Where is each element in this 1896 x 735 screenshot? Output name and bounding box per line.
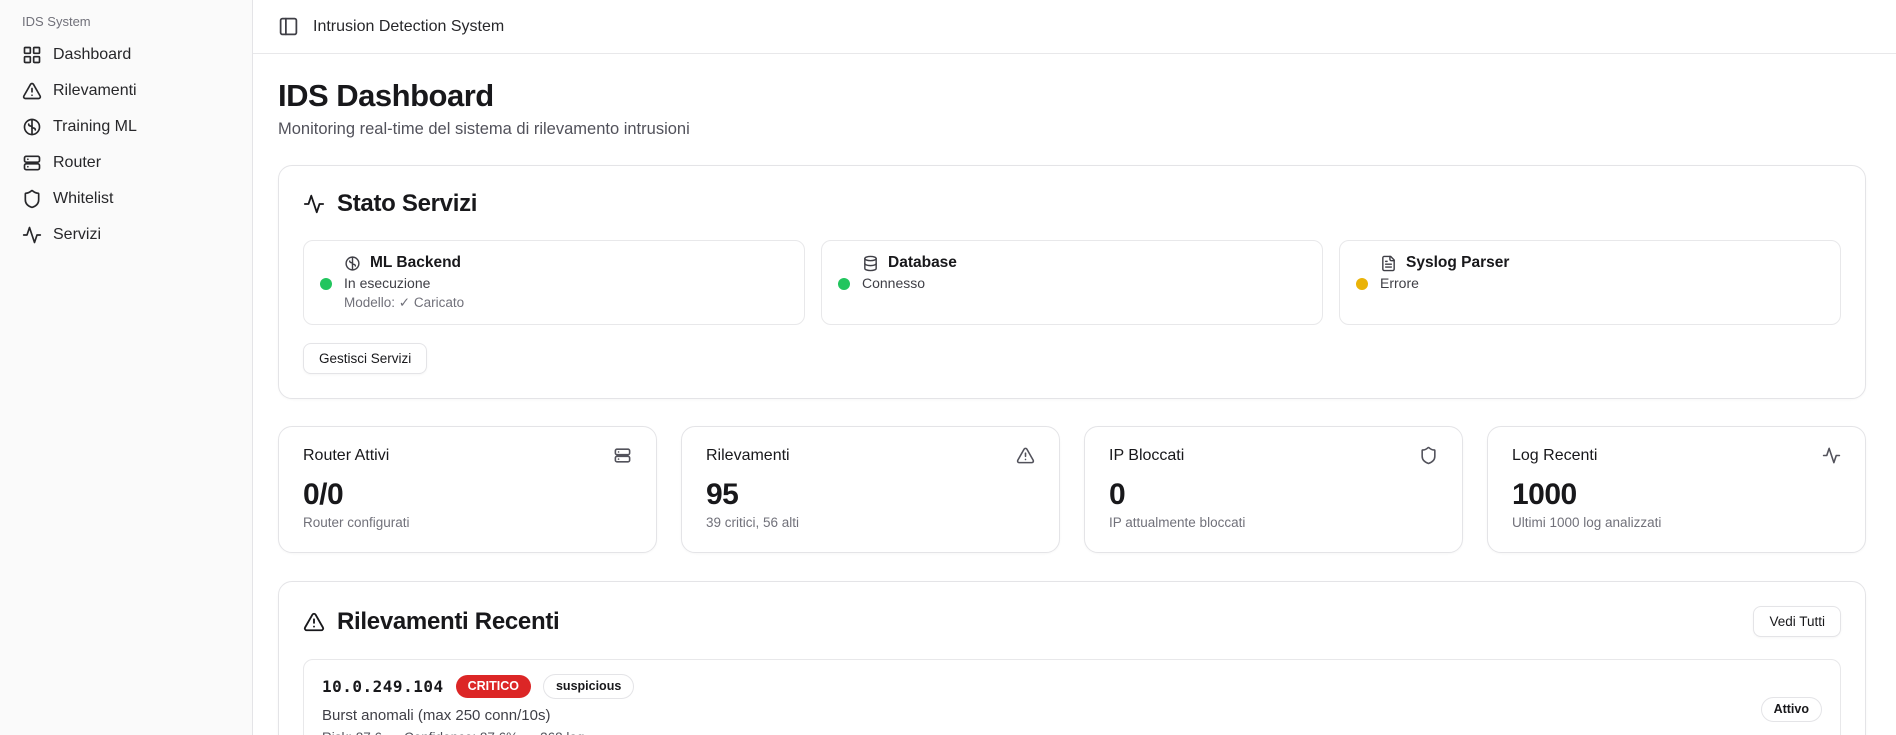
router-icon — [613, 446, 632, 465]
stat-value: 0/0 — [303, 478, 632, 512]
sidebar-item-label: Whitelist — [53, 190, 113, 208]
severity-badge: CRITICO — [456, 675, 531, 698]
detection-status-badge: Attivo — [1761, 697, 1822, 722]
stat-card-log-recenti: Log Recenti 1000 Ultimi 1000 log analizz… — [1487, 426, 1866, 553]
sidebar-item-whitelist[interactable]: Whitelist — [14, 181, 238, 217]
services-status-card: Stato Servizi ML Backend In esecuzione M… — [278, 165, 1866, 399]
status-dot — [1356, 278, 1368, 290]
stat-value: 95 — [706, 478, 1035, 512]
detection-description: Burst anomali (max 250 conn/10s) — [322, 707, 634, 724]
sidebar-item-training-ml[interactable]: Training ML — [14, 109, 238, 145]
sidebar-item-label: Servizi — [53, 226, 101, 244]
panel-left-icon[interactable] — [278, 16, 299, 37]
detections-card-title-text: Rilevamenti Recenti — [337, 608, 559, 636]
service-syslog-parser: Syslog Parser Errore — [1339, 240, 1841, 325]
stat-title: Log Recenti — [1512, 447, 1597, 465]
stat-caption: IP attualmente bloccati — [1109, 515, 1438, 530]
service-database: Database Connesso — [821, 240, 1323, 325]
stats-grid: Router Attivi 0/0 Router configurati Ril… — [278, 426, 1866, 553]
sidebar: IDS System Dashboard Rilevamenti Trainin… — [0, 0, 253, 735]
page-title: IDS Dashboard — [278, 78, 1866, 114]
stat-card-router-attivi: Router Attivi 0/0 Router configurati — [278, 426, 657, 553]
stat-value: 0 — [1109, 478, 1438, 512]
shield-icon — [1419, 446, 1438, 465]
sidebar-item-rilevamenti[interactable]: Rilevamenti — [14, 73, 238, 109]
stat-title: IP Bloccati — [1109, 447, 1184, 465]
main-area: Intrusion Detection System IDS Dashboard… — [253, 0, 1896, 735]
sidebar-item-label: Training ML — [53, 118, 137, 136]
services-card-title: Stato Servizi — [303, 190, 1841, 218]
detection-row[interactable]: 10.0.249.104 CRITICO suspicious Burst an… — [303, 659, 1841, 735]
stat-caption: 39 critici, 56 alti — [706, 515, 1035, 530]
sidebar-title: IDS System — [14, 8, 238, 37]
activity-icon — [303, 193, 325, 215]
stat-card-ip-bloccati: IP Bloccati 0 IP attualmente bloccati — [1084, 426, 1463, 553]
detection-ip: 10.0.249.104 — [322, 677, 444, 696]
sidebar-item-label: Dashboard — [53, 46, 131, 64]
stat-card-rilevamenti: Rilevamenti 95 39 critici, 56 alti — [681, 426, 1060, 553]
stat-caption: Router configurati — [303, 515, 632, 530]
stat-title: Rilevamenti — [706, 447, 790, 465]
activity-icon — [22, 225, 42, 245]
detection-risk: Risk: 87.6 — [322, 730, 382, 735]
alert-triangle-icon — [303, 611, 325, 633]
topbar-title: Intrusion Detection System — [313, 18, 504, 36]
sidebar-item-router[interactable]: Router — [14, 145, 238, 181]
service-name: Database — [888, 254, 957, 272]
content: IDS Dashboard Monitoring real-time del s… — [253, 54, 1896, 735]
tag-badge: suspicious — [543, 674, 634, 699]
detection-log-count: 368 log — [540, 730, 584, 735]
service-name: ML Backend — [370, 254, 461, 272]
status-dot — [838, 278, 850, 290]
service-status: Errore — [1380, 275, 1509, 291]
stat-caption: Ultimi 1000 log analizzati — [1512, 515, 1841, 530]
activity-icon — [1822, 446, 1841, 465]
brain-icon — [22, 117, 42, 137]
service-name: Syslog Parser — [1406, 254, 1509, 272]
router-icon — [22, 153, 42, 173]
topbar: Intrusion Detection System — [253, 0, 1896, 54]
sidebar-item-label: Router — [53, 154, 101, 172]
file-text-icon — [1380, 255, 1397, 272]
stat-title: Router Attivi — [303, 447, 389, 465]
manage-services-button[interactable]: Gestisci Servizi — [303, 343, 427, 374]
status-dot — [320, 278, 332, 290]
service-status: In esecuzione — [344, 275, 464, 291]
services-grid: ML Backend In esecuzione Modello: ✓ Cari… — [303, 240, 1841, 325]
alert-triangle-icon — [1016, 446, 1035, 465]
service-status: Connesso — [862, 275, 957, 291]
services-card-title-text: Stato Servizi — [337, 190, 477, 218]
database-icon — [862, 255, 879, 272]
view-all-button[interactable]: Vedi Tutti — [1753, 606, 1841, 637]
detection-row-main: 10.0.249.104 CRITICO suspicious Burst an… — [322, 674, 634, 735]
stat-value: 1000 — [1512, 478, 1841, 512]
service-ml-backend: ML Backend In esecuzione Modello: ✓ Cari… — [303, 240, 805, 325]
recent-detections-card: Rilevamenti Recenti Vedi Tutti 10.0.249.… — [278, 581, 1866, 735]
page-subtitle: Monitoring real-time del sistema di rile… — [278, 120, 1866, 139]
alert-triangle-icon — [22, 81, 42, 101]
detection-confidence: Confidence: 87.6% — [404, 730, 518, 735]
sidebar-item-label: Rilevamenti — [53, 82, 137, 100]
shield-icon — [22, 189, 42, 209]
detections-card-title: Rilevamenti Recenti — [303, 608, 559, 636]
brain-icon — [344, 255, 361, 272]
dashboard-icon — [22, 45, 42, 65]
sidebar-item-dashboard[interactable]: Dashboard — [14, 37, 238, 73]
service-detail: Modello: ✓ Caricato — [344, 295, 464, 311]
sidebar-item-servizi[interactable]: Servizi — [14, 217, 238, 253]
